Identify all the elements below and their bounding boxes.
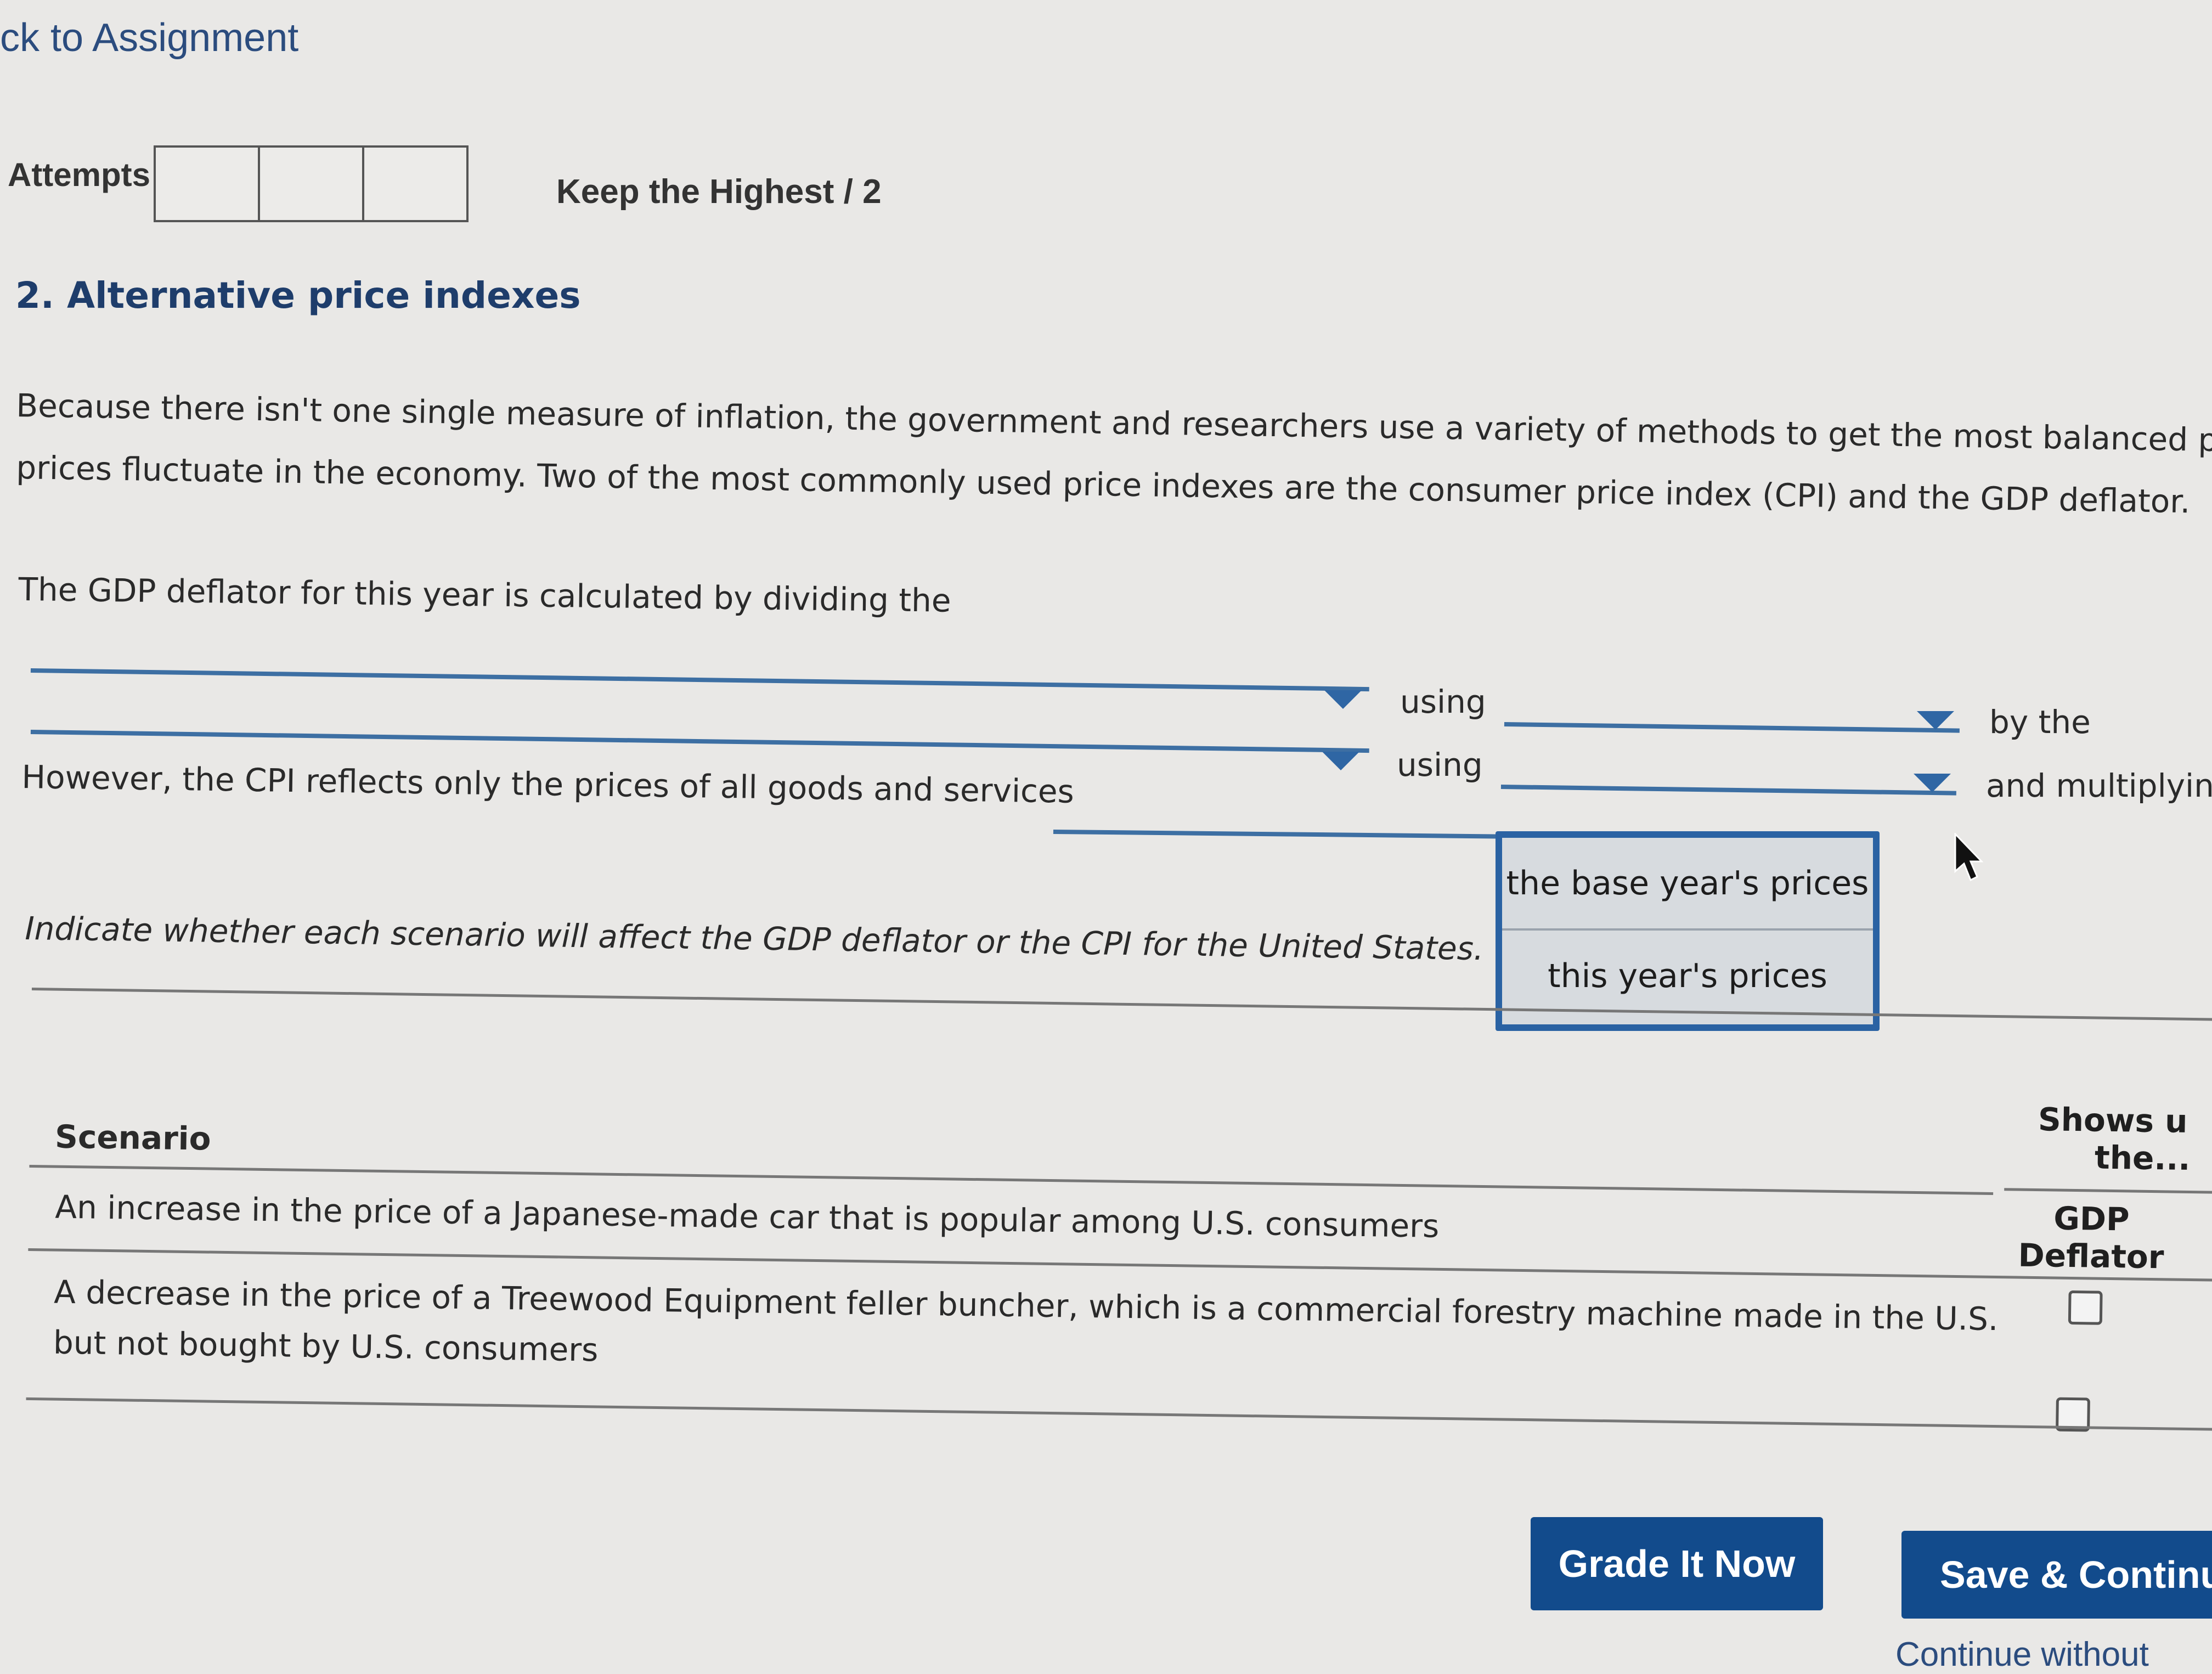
scenario-table: Scenario Shows u the... GDP Deflator An … [25,988,2212,1460]
dropdown-options-list[interactable]: the base year's prices this year's price… [1496,831,1880,1031]
shows-header-line-2: the... [2094,1138,2191,1177]
blank-dropdown-4[interactable] [1500,785,1956,796]
back-to-assignment-link[interactable]: ck to Assignment [0,15,298,60]
instructions-text: Indicate whether each scenario will affe… [25,910,1485,968]
keep-highest-label: Keep the Highest / 2 [556,173,882,211]
blank-dropdown-1[interactable] [30,668,1369,692]
dropdown-option-this-year[interactable]: this year's prices [1502,928,1873,1021]
blank-dropdown-2[interactable] [1504,722,1960,733]
scenario-text-continued: but not bought by U.S. consumers [53,1323,599,1369]
dropdown-2-chevron-down-icon[interactable] [1917,711,1954,730]
continue-without-link[interactable]: Continue without [1895,1635,2149,1674]
grade-it-now-button[interactable]: Grade It Now [1531,1517,1823,1610]
blank-dropdown-3[interactable] [30,730,1369,753]
attempt-box-3 [362,145,469,222]
attempt-box-1 [154,145,260,222]
by-the-label: by the [1989,703,2091,741]
attempt-box-2 [258,145,364,222]
dropdown-1-chevron-down-icon[interactable] [1324,690,1362,709]
intro-line-1: Because there isn't one single measure o… [15,387,2212,459]
shows-header-line-1: Shows u [2038,1101,2188,1140]
save-continue-button[interactable]: Save & Continue [1901,1531,2212,1619]
and-multiplying-label: and multiplying [1986,767,2212,804]
attempts-label: Attempts [8,156,151,193]
dropdown-4-chevron-down-icon[interactable] [1914,774,1951,792]
dropdown-3-chevron-down-icon[interactable] [1322,752,1359,770]
cpi-sentence: However, the CPI reflects only the price… [21,758,1075,810]
header-divider [2004,1188,2212,1194]
scenario-text: An increase in the price of a Japanese-m… [54,1188,1440,1245]
scenario-column-header: Scenario [54,1118,211,1158]
question-title: 2. Alternative price indexes [15,274,581,317]
attempt-boxes [154,145,469,222]
using-label-2: using [1397,746,1483,784]
mouse-cursor-icon [1954,833,1984,882]
intro-line-2: prices fluctuate in the economy. Two of … [15,449,2191,521]
using-label-1: using [1400,683,1486,720]
shows-column-header: Shows u the... [2038,1101,2212,1178]
dropdown-option-base-year[interactable]: the base year's prices [1502,838,1873,928]
blank-dropdown-5[interactable] [1053,830,1503,839]
gdp-deflator-sentence: The GDP deflator for this year is calcul… [18,571,951,619]
